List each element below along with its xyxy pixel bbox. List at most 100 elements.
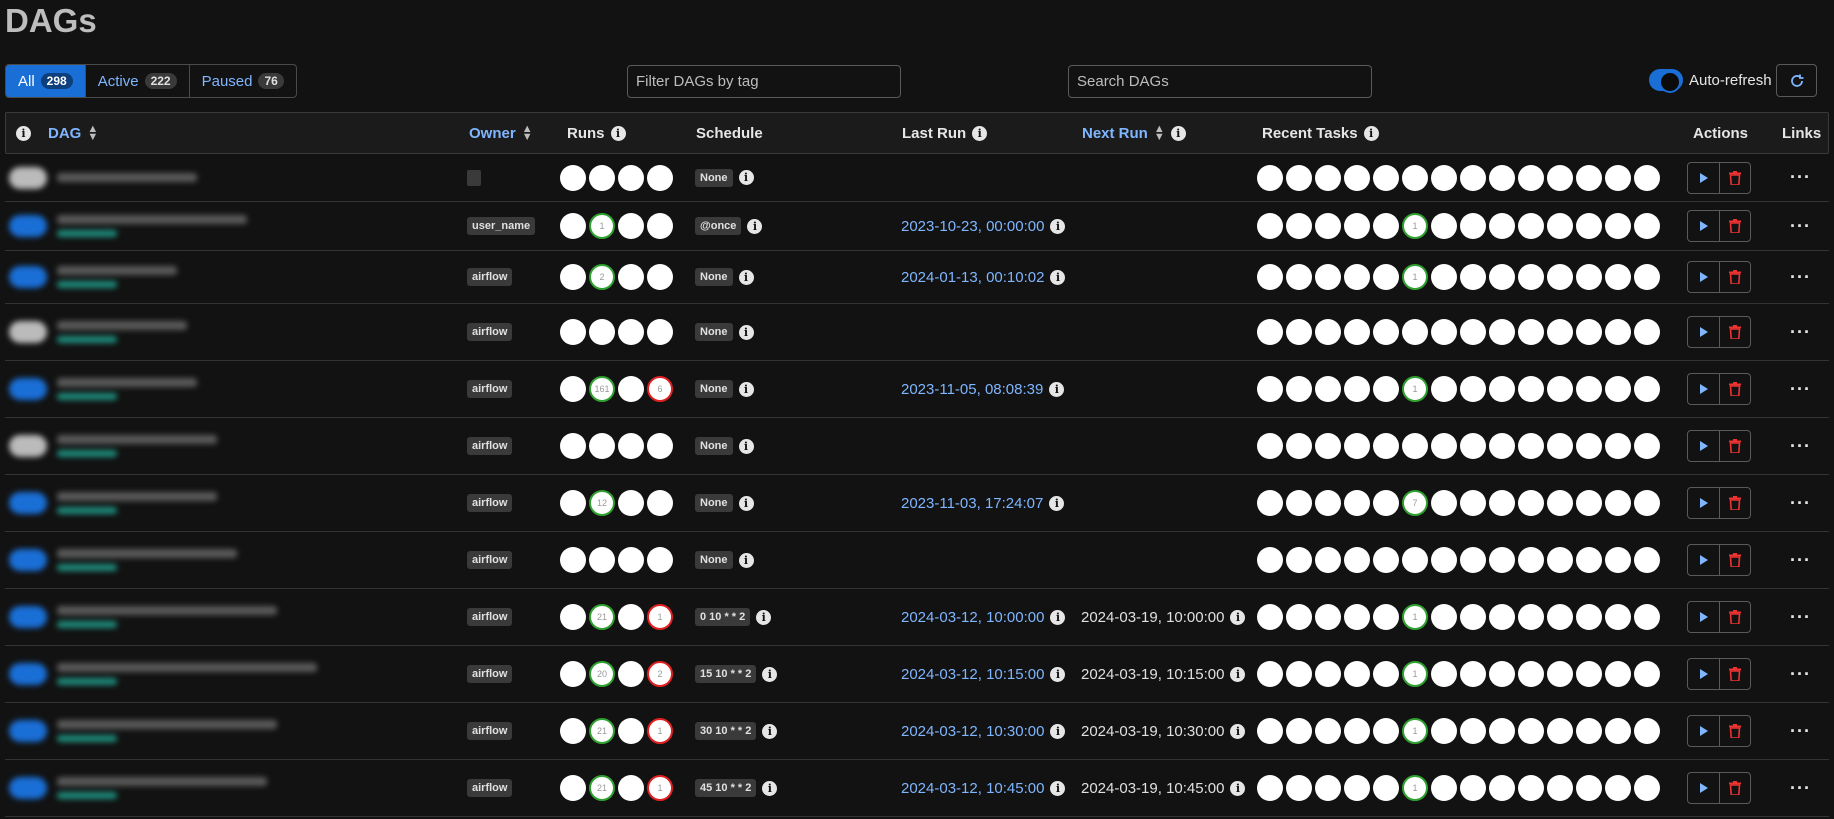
schedule-badge[interactable]: 15 10 * * 2 [695, 665, 757, 683]
task-state-circle[interactable] [1547, 661, 1573, 687]
task-state-circle[interactable] [1402, 433, 1428, 459]
trigger-dag-button[interactable] [1688, 317, 1719, 347]
task-state-circle[interactable] [1286, 547, 1312, 573]
task-state-circle[interactable] [1547, 547, 1573, 573]
task-state-circle[interactable] [1547, 376, 1573, 402]
run-state-circle[interactable] [560, 376, 586, 402]
info-icon[interactable]: i [1170, 125, 1186, 141]
task-state-circle[interactable] [1431, 604, 1457, 630]
run-state-circle[interactable]: 161 [589, 376, 615, 402]
task-state-circle[interactable] [1431, 319, 1457, 345]
task-state-circle[interactable] [1576, 718, 1602, 744]
task-state-circle[interactable] [1518, 264, 1544, 290]
task-state-circle[interactable] [1634, 319, 1660, 345]
task-state-circle[interactable] [1518, 433, 1544, 459]
dag-id-cell[interactable] [57, 154, 197, 201]
delete-dag-button[interactable] [1719, 211, 1750, 241]
trigger-dag-button[interactable] [1688, 488, 1719, 518]
dag-id-redacted[interactable] [57, 215, 247, 237]
task-state-circle[interactable] [1576, 775, 1602, 801]
schedule-badge[interactable]: None [695, 268, 733, 286]
header-next-run[interactable]: Next Run ▲ ▼ i [1082, 113, 1186, 153]
owner-badge[interactable] [467, 169, 481, 186]
task-state-circle[interactable] [1489, 490, 1515, 516]
schedule-badge[interactable]: None [695, 323, 733, 341]
info-icon[interactable]: i [1050, 269, 1066, 285]
dag-id-cell[interactable] [57, 475, 217, 531]
more-links-icon[interactable]: ··· [1790, 436, 1811, 457]
task-state-circle[interactable] [1460, 433, 1486, 459]
task-state-circle[interactable] [1547, 319, 1573, 345]
task-state-circle[interactable] [1315, 264, 1341, 290]
dag-id-cell[interactable] [57, 589, 277, 645]
info-icon[interactable]: i [1230, 780, 1246, 796]
run-state-circle[interactable] [618, 490, 644, 516]
more-links-icon[interactable]: ··· [1790, 664, 1811, 685]
dag-id-redacted[interactable] [57, 435, 217, 457]
dag-id-redacted[interactable] [57, 663, 317, 685]
dag-id-redacted[interactable] [57, 266, 177, 288]
task-state-circle[interactable] [1373, 376, 1399, 402]
trigger-dag-button[interactable] [1688, 374, 1719, 404]
run-state-circle[interactable] [560, 661, 586, 687]
task-state-circle[interactable] [1315, 376, 1341, 402]
delete-dag-button[interactable] [1719, 317, 1750, 347]
dag-id-redacted[interactable] [57, 549, 237, 571]
dag-pause-toggle[interactable] [9, 492, 47, 514]
run-state-circle[interactable] [589, 433, 615, 459]
last-run-link[interactable]: 2024-03-12, 10:15:00 [901, 666, 1044, 683]
run-state-circle[interactable] [560, 547, 586, 573]
task-state-circle[interactable] [1431, 213, 1457, 239]
task-state-circle[interactable] [1489, 213, 1515, 239]
dag-pause-toggle[interactable] [9, 266, 47, 288]
task-state-circle[interactable] [1402, 319, 1428, 345]
task-state-circle[interactable] [1576, 319, 1602, 345]
dag-id-redacted[interactable] [57, 321, 187, 343]
task-state-circle[interactable] [1286, 164, 1312, 191]
task-state-circle[interactable] [1518, 775, 1544, 801]
task-state-circle[interactable] [1344, 264, 1370, 290]
run-state-circle[interactable]: 2 [589, 264, 615, 290]
info-icon[interactable]: i [738, 170, 754, 185]
task-state-circle[interactable] [1286, 661, 1312, 687]
schedule-badge[interactable]: None [695, 437, 733, 455]
info-icon[interactable]: i [747, 218, 763, 234]
run-state-circle[interactable]: 21 [589, 775, 615, 801]
task-state-circle[interactable] [1460, 490, 1486, 516]
task-state-circle[interactable] [1431, 718, 1457, 744]
task-state-circle[interactable] [1547, 718, 1573, 744]
task-state-circle[interactable] [1286, 264, 1312, 290]
run-state-circle[interactable] [560, 319, 586, 345]
task-state-circle[interactable] [1547, 264, 1573, 290]
run-state-circle[interactable] [618, 264, 644, 290]
task-state-circle[interactable] [1315, 164, 1341, 191]
owner-badge[interactable]: airflow [467, 380, 513, 398]
info-icon[interactable]: i [738, 495, 754, 511]
task-state-circle[interactable] [1634, 547, 1660, 573]
dag-pause-toggle[interactable] [9, 378, 47, 400]
task-state-circle[interactable] [1518, 718, 1544, 744]
task-state-circle[interactable]: 1 [1402, 213, 1428, 239]
info-icon[interactable]: i [1230, 723, 1246, 739]
more-links-icon[interactable]: ··· [1790, 778, 1811, 799]
owner-badge[interactable]: airflow [467, 608, 513, 626]
task-state-circle[interactable] [1286, 775, 1312, 801]
task-state-circle[interactable] [1634, 661, 1660, 687]
more-links-icon[interactable]: ··· [1790, 267, 1811, 288]
delete-dag-button[interactable] [1719, 602, 1750, 632]
task-state-circle[interactable] [1634, 264, 1660, 290]
dag-pause-toggle[interactable] [9, 435, 47, 457]
owner-badge[interactable]: airflow [467, 665, 513, 683]
task-state-circle[interactable] [1460, 376, 1486, 402]
task-state-circle[interactable] [1344, 775, 1370, 801]
task-state-circle[interactable] [1344, 547, 1370, 573]
dag-pause-toggle[interactable] [9, 549, 47, 571]
run-state-circle[interactable] [560, 718, 586, 744]
task-state-circle[interactable] [1489, 604, 1515, 630]
task-state-circle[interactable] [1257, 376, 1283, 402]
dag-id-cell[interactable] [57, 418, 217, 474]
task-state-circle[interactable] [1460, 604, 1486, 630]
run-state-circle[interactable] [560, 264, 586, 290]
task-state-circle[interactable] [1257, 490, 1283, 516]
run-state-circle[interactable]: 1 [647, 604, 673, 630]
